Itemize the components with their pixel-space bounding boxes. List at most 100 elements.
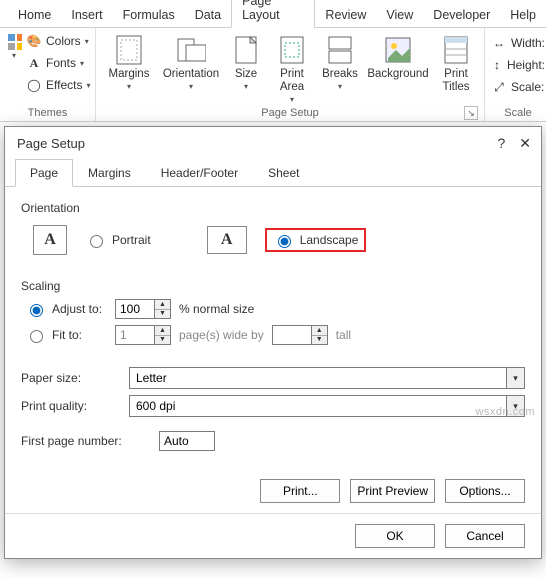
landscape-option[interactable]: Landscape bbox=[265, 228, 367, 252]
orientation-button[interactable]: Orientation▾ bbox=[160, 30, 222, 91]
spin-up[interactable]: ▲ bbox=[155, 326, 170, 336]
print-area-icon bbox=[276, 34, 308, 66]
cancel-button[interactable]: Cancel bbox=[445, 524, 525, 548]
adjust-to-radio[interactable] bbox=[30, 304, 43, 317]
portrait-option[interactable]: Portrait bbox=[85, 232, 151, 248]
chevron-down-icon: ▾ bbox=[244, 82, 248, 91]
effects-icon: ◯ bbox=[26, 77, 42, 93]
chevron-down-icon[interactable]: ▾ bbox=[507, 367, 525, 389]
margins-label: Margins bbox=[109, 68, 150, 81]
tab-review[interactable]: Review bbox=[315, 2, 376, 27]
fonts-button[interactable]: AFonts▾ bbox=[26, 52, 90, 74]
size-button[interactable]: Size▾ bbox=[226, 30, 266, 91]
breaks-icon bbox=[324, 34, 356, 66]
page-setup-launcher[interactable]: ↘ bbox=[464, 106, 478, 120]
first-page-input[interactable] bbox=[159, 431, 215, 451]
dialog-titlebar: Page Setup ? ✕ bbox=[5, 127, 541, 158]
close-button[interactable]: ✕ bbox=[519, 135, 531, 152]
effects-button[interactable]: ◯Effects▾ bbox=[26, 74, 90, 96]
fit-tall-input[interactable] bbox=[272, 325, 312, 345]
themes-icon[interactable] bbox=[6, 34, 22, 50]
print-titles-button[interactable]: Print Titles bbox=[434, 30, 478, 94]
landscape-radio[interactable] bbox=[278, 235, 291, 248]
adjust-to-option[interactable]: Adjust to: bbox=[25, 301, 107, 317]
breaks-label: Breaks bbox=[322, 68, 358, 81]
tab-developer[interactable]: Developer bbox=[423, 2, 500, 27]
dlg-tab-header-footer[interactable]: Header/Footer bbox=[146, 159, 253, 187]
orientation-icon bbox=[175, 34, 207, 66]
fit-to-option[interactable]: Fit to: bbox=[25, 327, 107, 343]
width-control[interactable]: ↔Width: bbox=[491, 32, 545, 54]
tab-view[interactable]: View bbox=[376, 2, 423, 27]
group-themes: ▾ 🎨 Colors ▾ A Fonts ▾ ◯Effects▾ Themes bbox=[0, 28, 96, 121]
fit-suffix-label: tall bbox=[336, 328, 351, 342]
scale-icon: ⤢ bbox=[491, 79, 507, 95]
colors-icon: 🎨 bbox=[26, 33, 42, 49]
portrait-label: Portrait bbox=[112, 233, 151, 247]
background-button[interactable]: Background bbox=[366, 30, 430, 81]
print-quality-input[interactable] bbox=[129, 395, 507, 417]
tab-home[interactable]: Home bbox=[8, 2, 61, 27]
adjust-to-suffix: % normal size bbox=[179, 302, 254, 316]
portrait-radio[interactable] bbox=[90, 235, 103, 248]
group-scale: ↔Width: ↕Height: ⤢Scale: Scale bbox=[485, 28, 546, 121]
spin-down[interactable]: ▼ bbox=[155, 336, 170, 345]
chevron-down-icon: ▾ bbox=[86, 81, 90, 90]
size-icon bbox=[230, 34, 262, 66]
ribbon-tabs: Home Insert Formulas Data Page Layout Re… bbox=[0, 0, 546, 28]
print-quality-combo[interactable]: ▾ bbox=[129, 395, 525, 417]
tab-data[interactable]: Data bbox=[185, 2, 231, 27]
print-titles-label: Print Titles bbox=[442, 68, 469, 94]
height-control[interactable]: ↕Height: bbox=[491, 54, 545, 76]
height-label: Height: bbox=[507, 58, 545, 72]
help-button[interactable]: ? bbox=[497, 135, 505, 152]
dlg-tab-margins[interactable]: Margins bbox=[73, 159, 146, 187]
scale-label: Scale: bbox=[511, 80, 544, 94]
size-label: Size bbox=[235, 68, 257, 81]
margins-button[interactable]: Margins▾ bbox=[102, 30, 156, 91]
fonts-label: Fonts bbox=[46, 56, 76, 70]
orientation-section-label: Orientation bbox=[21, 201, 525, 215]
adjust-to-spinner[interactable]: ▲▼ bbox=[115, 299, 171, 319]
ok-button[interactable]: OK bbox=[355, 524, 435, 548]
spin-down[interactable]: ▼ bbox=[155, 310, 170, 319]
breaks-button[interactable]: Breaks▾ bbox=[318, 30, 362, 91]
tab-formulas[interactable]: Formulas bbox=[113, 2, 185, 27]
adjust-to-input[interactable] bbox=[115, 299, 155, 319]
spin-down[interactable]: ▼ bbox=[312, 336, 327, 345]
spin-up[interactable]: ▲ bbox=[155, 300, 170, 310]
chevron-down-icon: ▾ bbox=[189, 82, 193, 91]
dialog-tabs: Page Margins Header/Footer Sheet bbox=[5, 158, 541, 187]
options-button[interactable]: Options... bbox=[445, 479, 525, 503]
tab-insert[interactable]: Insert bbox=[61, 2, 112, 27]
dialog-title: Page Setup bbox=[17, 136, 85, 151]
chevron-down-icon: ▾ bbox=[85, 37, 89, 46]
fit-to-radio[interactable] bbox=[30, 330, 43, 343]
fonts-icon: A bbox=[26, 55, 42, 71]
group-label-themes: Themes bbox=[6, 105, 89, 121]
first-page-label: First page number: bbox=[21, 434, 151, 448]
fit-tall-spinner[interactable]: ▲▼ bbox=[272, 325, 328, 345]
dlg-tab-sheet[interactable]: Sheet bbox=[253, 159, 314, 187]
fit-wide-spinner[interactable]: ▲▼ bbox=[115, 325, 171, 345]
scale-control[interactable]: ⤢ Scale: bbox=[491, 76, 545, 98]
dialog-button-row-1: Print... Print Preview Options... bbox=[5, 469, 541, 513]
colors-button[interactable]: 🎨 Colors ▾ bbox=[26, 30, 90, 52]
dlg-tab-page[interactable]: Page bbox=[15, 159, 73, 187]
print-button[interactable]: Print... bbox=[260, 479, 340, 503]
tab-help[interactable]: Help bbox=[500, 2, 546, 27]
chevron-down-icon: ▾ bbox=[290, 95, 294, 104]
print-preview-button[interactable]: Print Preview bbox=[350, 479, 435, 503]
adjust-to-label: Adjust to: bbox=[52, 302, 102, 316]
spin-up[interactable]: ▲ bbox=[312, 326, 327, 336]
print-quality-label: Print quality: bbox=[21, 399, 121, 413]
paper-size-input[interactable] bbox=[129, 367, 507, 389]
tab-page-layout[interactable]: Page Layout bbox=[231, 0, 315, 28]
print-area-button[interactable]: Print Area▾ bbox=[270, 30, 314, 104]
fit-wide-input[interactable] bbox=[115, 325, 155, 345]
colors-label: Colors bbox=[46, 34, 81, 48]
chevron-down-icon: ▾ bbox=[12, 51, 16, 60]
paper-size-combo[interactable]: ▾ bbox=[129, 367, 525, 389]
fit-to-label: Fit to: bbox=[52, 328, 82, 342]
group-page-setup: Margins▾ Orientation▾ Size▾ Print Area▾ … bbox=[96, 28, 485, 121]
